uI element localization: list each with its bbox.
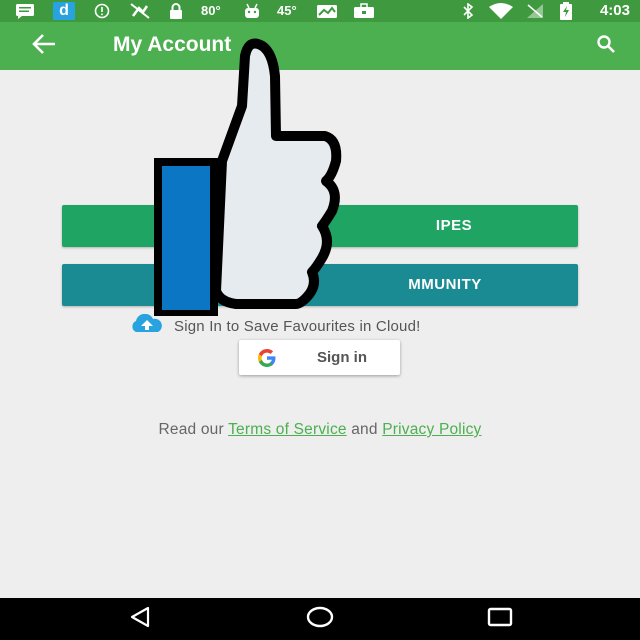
photo-icon: [315, 3, 339, 19]
bluetooth-icon: [460, 3, 476, 19]
sign-in-label: Sign in: [317, 349, 367, 366]
battery-charging-icon: [558, 2, 574, 20]
arrow-back-icon: [31, 33, 57, 60]
nav-home-button[interactable]: [300, 606, 340, 632]
temperature-1: 80°: [201, 3, 221, 18]
info-icon: [92, 3, 112, 19]
cloud-sync-hint: Sign In to Save Favourites in Cloud!: [128, 313, 421, 339]
android-icon: [243, 3, 261, 19]
recipes-button-label: IPES: [435, 217, 473, 234]
search-icon: [596, 34, 616, 59]
wifi-icon: [486, 3, 516, 19]
terms-of-service-link[interactable]: Terms of Service: [228, 421, 347, 438]
terms-prefix: Read our: [158, 421, 224, 438]
cloud-upload-icon: [128, 313, 166, 339]
status-bar: d 80° 45° 4:03: [0, 0, 640, 22]
briefcase-icon: [352, 3, 376, 19]
thumbs-up-icon: [150, 36, 350, 318]
d-app-icon: d: [53, 2, 75, 20]
nav-home-icon: [305, 606, 335, 633]
back-button[interactable]: [22, 30, 66, 62]
terms-and: and: [351, 421, 378, 438]
nav-recents-icon: [487, 607, 513, 632]
message-icon: [14, 3, 36, 19]
temperature-2: 45°: [277, 3, 297, 18]
community-button-label: MMUNITY: [408, 276, 482, 293]
nav-back-button[interactable]: [120, 606, 160, 632]
navigation-bar: [0, 598, 640, 640]
google-sign-in-button[interactable]: Sign in: [239, 340, 400, 375]
cloud-hint-text: Sign In to Save Favourites in Cloud!: [174, 317, 421, 335]
no-signal-icon: [524, 3, 546, 19]
terms-notice: Read our Terms of Service and Privacy Po…: [0, 421, 640, 439]
no-gps-icon: [128, 3, 152, 19]
lock-icon: [168, 3, 184, 19]
nav-back-icon: [128, 606, 152, 633]
privacy-policy-link[interactable]: Privacy Policy: [382, 421, 481, 438]
clock: 4:03: [599, 2, 630, 19]
nav-recents-button[interactable]: [480, 606, 520, 632]
google-icon: [257, 348, 277, 368]
search-button[interactable]: [592, 32, 620, 60]
